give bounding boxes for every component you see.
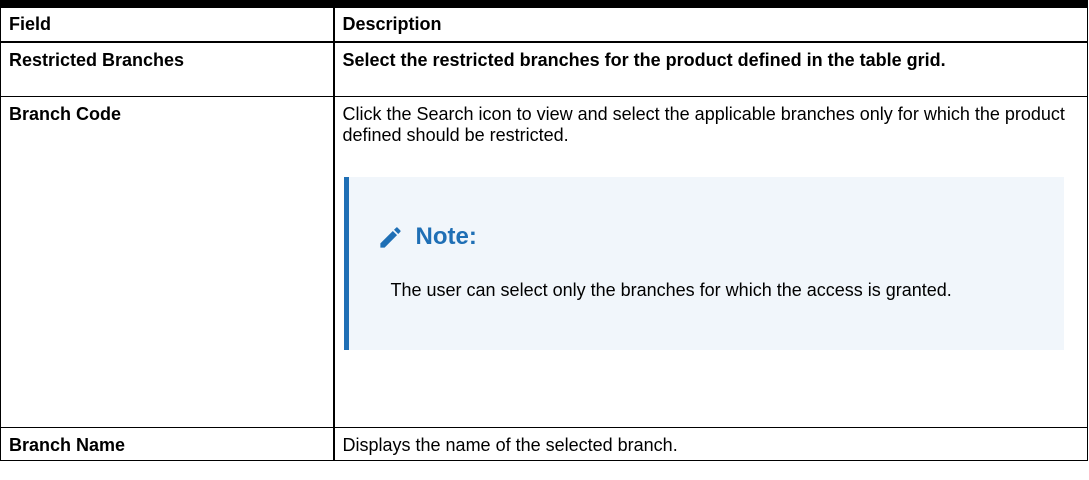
field-description-cell: Click the Search icon to view and select… [333,96,1088,428]
header-row: Field Description [0,0,1088,43]
header-description: Description [333,0,1088,43]
note-text: The user can select only the branches fo… [390,280,952,300]
note-callout: Note: The user can select only the branc… [343,177,1064,350]
note-header: Note: [377,223,477,251]
table-row: Branch Name Displays the name of the sel… [0,427,1088,461]
note-title: Note: [415,223,477,250]
field-name: Branch Name [0,427,335,461]
table-row: Branch Code Click the Search icon to vie… [0,96,1088,428]
page: Field Description Restricted Branches Se… [0,0,1089,480]
field-description: Select the restricted branches for the p… [333,41,1088,97]
table-row: Restricted Branches Select the restricte… [0,41,1088,97]
field-name: Branch Code [0,96,335,428]
field-name: Restricted Branches [0,41,335,97]
header-field: Field [0,0,335,43]
field-description-table: Field Description Restricted Branches Se… [0,0,1088,461]
field-description: Displays the name of the selected branch… [333,427,1088,461]
table-header: Field Description [0,0,1088,43]
field-description: Click the Search icon to view and select… [342,104,1065,145]
pencil-icon [377,224,404,251]
